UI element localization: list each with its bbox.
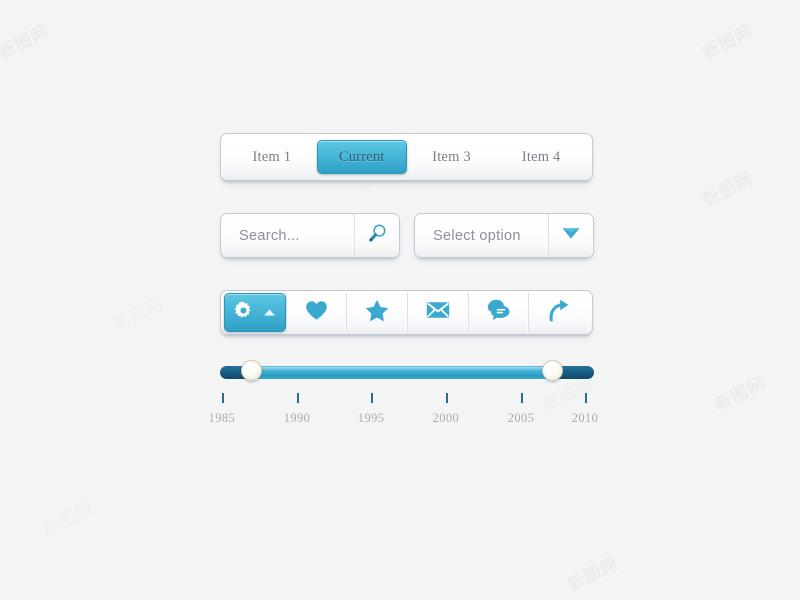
search-field[interactable]: Search... [220,213,400,262]
slider-tick [221,393,224,403]
slider-tick-label: 2005 [507,411,535,425]
heart-icon [305,300,328,326]
search-button[interactable] [354,214,399,257]
slider-track[interactable] [220,366,594,379]
star-icon [365,299,389,327]
toolbar-button-star[interactable] [346,293,407,332]
gear-icon [233,300,254,326]
tab-item-1[interactable]: Item 1 [227,140,317,174]
search-icon [367,223,388,249]
watermark: 新图网 [109,293,167,336]
tab-item-4[interactable]: Item 4 [496,140,586,174]
toolbar-button-settings[interactable] [224,293,286,332]
watermark: 新图网 [564,553,622,596]
select-field[interactable]: Select option [414,213,594,262]
slider-ticks [220,393,594,405]
caret-up-icon [263,304,276,322]
toolbar-button-comments[interactable] [467,293,529,332]
toolbar-button-mail[interactable] [407,293,468,332]
tab-bar: Item 1 Current Item 3 Item 4 [220,133,593,185]
slider-tick [521,393,524,403]
slider-tick-label: 2000 [432,411,460,425]
slider-tick [371,393,374,403]
slider-tick [585,393,588,403]
watermark: 新图网 [39,498,97,541]
comments-icon [487,299,511,326]
toolbar-button-share[interactable] [528,293,589,332]
share-arrow-icon [548,299,570,327]
watermark: 新图网 [699,168,757,211]
slider-handle-low[interactable] [240,360,262,381]
slider-tick-label: 2010 [571,411,599,425]
icon-toolbar [220,290,593,339]
search-input[interactable]: Search... [221,228,354,244]
chevron-down-icon [560,225,582,246]
watermark: 新图网 [699,21,757,64]
slider-range-fill [251,366,553,379]
watermark: 新图网 [0,21,53,64]
slider-tick-label: 1995 [357,411,385,425]
toolbar-button-favorite[interactable] [285,293,347,332]
slider-tick-labels: 1985 1990 1995 2000 2005 2010 [209,411,598,427]
select-toggle-button[interactable] [548,214,593,257]
slider-tick-label: 1985 [208,411,236,425]
slider-tick-label: 1990 [283,411,311,425]
ui-kit-canvas: 新图网 新图网 新图网 新图网 新图网 新图网 新图网 新图网 新图网 Item… [0,0,800,600]
watermark: 新图网 [711,373,769,416]
slider-tick [297,393,300,403]
envelope-icon [426,301,450,324]
tab-item-3[interactable]: Item 3 [407,140,497,174]
range-slider[interactable]: 1985 1990 1995 2000 2005 2010 [209,360,598,432]
slider-tick [445,393,448,403]
tab-item-current[interactable]: Current [316,140,407,174]
select-value[interactable]: Select option [415,228,548,244]
